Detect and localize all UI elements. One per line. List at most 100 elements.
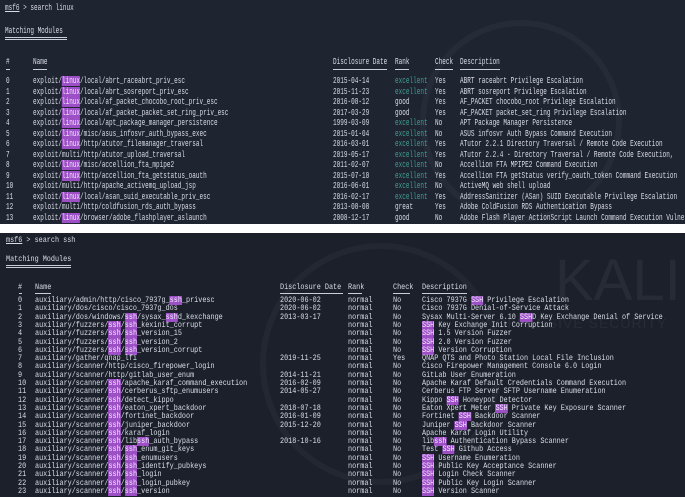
module-description: Accellion FTA getStatus verify_oauth_tok… bbox=[460, 171, 677, 181]
text-segment: APT Package Manager Persistence bbox=[460, 118, 573, 128]
rank-excellent: excellent bbox=[395, 86, 428, 97]
module-description: ActiveMQ web shell upload bbox=[460, 181, 550, 191]
text-segment: _version bbox=[137, 486, 170, 496]
text-segment: exploit/ bbox=[33, 86, 62, 97]
text-segment: ABRT raceabrt Privilege Escalation bbox=[460, 76, 584, 86]
terminal-panel-search-ssh: KALI BY OFFENSIVE SECURITY msf6 > search… bbox=[0, 233, 685, 497]
disclosure-date: 2011-02-07 bbox=[333, 160, 370, 170]
row-number: 23 bbox=[18, 486, 27, 496]
search-term-highlight: linux bbox=[61, 118, 81, 128]
text-segment: exploit/ bbox=[33, 139, 62, 149]
column-header-rule-check bbox=[435, 69, 453, 70]
check-value: No bbox=[393, 486, 402, 496]
text-segment: ActiveMQ web shell upload bbox=[460, 181, 551, 191]
search-term-highlight: ssh bbox=[124, 486, 138, 496]
text-segment: /local/apt_package_manager_persistence bbox=[80, 118, 218, 128]
search-term-highlight: linux bbox=[61, 170, 81, 181]
column-header-num: # bbox=[18, 283, 23, 292]
disclosure-date: 2016-06-01 bbox=[333, 181, 370, 191]
disclosure-date: 2015-12-20 bbox=[280, 420, 321, 430]
text-segment: /http/accellion_fta_getstatus_oauth bbox=[80, 170, 207, 181]
module-description: ASUS infosvr Auth Bypass Command Executi… bbox=[460, 129, 612, 139]
text-segment: Version Scanner bbox=[434, 486, 500, 496]
column-header-name: Name bbox=[35, 283, 52, 292]
module-name: exploit/linux/local/af_packet_packet_set… bbox=[33, 107, 228, 118]
disclosure-date: 2016-02-17 bbox=[333, 191, 370, 202]
module-description: SSH Version Scanner bbox=[422, 486, 500, 496]
text-segment: /http/atutor_filemanager_traversal bbox=[80, 139, 204, 149]
prompt-label: msf6 bbox=[6, 236, 23, 245]
module-description: Adobe Flash Player ActionScript Launch C… bbox=[460, 213, 684, 223]
text-segment: exploit/ bbox=[33, 160, 62, 170]
search-term-highlight: linux bbox=[61, 86, 81, 97]
text-segment: exploit/multi/http/atutor_upload_travers… bbox=[33, 149, 185, 160]
check-value: Yes bbox=[435, 86, 446, 97]
text-segment: ATutor 2.2.1 Directory Traversal / Remot… bbox=[460, 139, 663, 149]
text-segment: exploit/multi/http/coldfusion_rds_auth_b… bbox=[33, 202, 196, 212]
check-value: Yes bbox=[435, 139, 446, 149]
row-number: 2 bbox=[6, 97, 10, 107]
search-term-highlight: linux bbox=[61, 76, 81, 86]
check-value: No bbox=[435, 118, 443, 128]
module-description: ABRT sosreport Privilege Escalation bbox=[460, 87, 587, 97]
text-segment: auxiliary/scanner/ bbox=[35, 486, 109, 496]
text-segment: Accellion FTA getStatus verify_oauth_tok… bbox=[460, 170, 678, 181]
module-description: ATutor 2.2.4 - Directory Traversal / Rem… bbox=[460, 150, 673, 160]
module-description: Accellion FTA MPIPE2 Command Execution bbox=[460, 160, 598, 170]
column-header-date: Disclosure Date bbox=[280, 283, 342, 292]
module-name: exploit/linux/misc/accellion_fta_mpipe2 bbox=[33, 160, 174, 170]
text-segment: Adobe ColdFusion RDS Authentication Bypa… bbox=[460, 202, 612, 212]
module-description: AddressSanitizer (ASan) SUID Executable … bbox=[460, 192, 677, 202]
column-header-check: Check bbox=[435, 57, 454, 67]
text-segment: /misc/asus_infosvr_auth_bypass_exec bbox=[80, 128, 207, 139]
column-header-rule-name bbox=[35, 293, 51, 294]
row-number: 9 bbox=[6, 170, 10, 181]
disclosure-date: 2013-03-17 bbox=[280, 312, 321, 322]
rank-excellent: excellent bbox=[395, 128, 428, 139]
module-name: exploit/linux/browser/adobe_flashplayer_… bbox=[33, 212, 207, 223]
text-segment: exploit/ bbox=[33, 128, 62, 139]
column-header-desc: Description bbox=[460, 57, 500, 67]
prompt-label: msf6 bbox=[5, 3, 20, 13]
column-header-rule-name bbox=[33, 69, 47, 70]
module-name: exploit/linux/local/af_packet_chocobo_ro… bbox=[33, 97, 218, 107]
module-name: exploit/multi/http/coldfusion_rds_auth_b… bbox=[33, 202, 196, 212]
text-segment: Accellion FTA MPIPE2 Command Execution bbox=[460, 160, 598, 170]
column-header-rule-rank bbox=[348, 293, 362, 294]
rank-excellent: excellent bbox=[395, 191, 428, 202]
disclosure-date: 2016-08-12 bbox=[333, 97, 370, 107]
text-segment: exploit/multi/http/apache_activemq_uploa… bbox=[33, 181, 196, 191]
text-segment: exploit/ bbox=[33, 107, 62, 118]
check-value: No bbox=[435, 128, 443, 139]
module-name: exploit/linux/local/asan_suid_executable… bbox=[33, 191, 210, 202]
rank-great: great bbox=[395, 202, 414, 212]
module-name: exploit/multi/http/apache_activemq_uploa… bbox=[33, 181, 196, 191]
rank-excellent: excellent bbox=[395, 170, 428, 181]
module-description: AF_PACKET chocobo_root Privilege Escalat… bbox=[460, 97, 616, 107]
search-term-highlight: linux bbox=[61, 107, 81, 118]
heading-underline bbox=[5, 37, 67, 38]
search-term-highlight: SSH bbox=[422, 486, 435, 496]
module-name: exploit/linux/http/accellion_fta_getstat… bbox=[33, 170, 207, 181]
terminal-prompt: msf6 > search linux bbox=[5, 3, 74, 13]
row-number: 5 bbox=[6, 128, 10, 139]
rank-normal: normal bbox=[348, 486, 373, 496]
column-header-desc: Description bbox=[422, 283, 467, 292]
column-header-rank: Rank bbox=[395, 57, 410, 67]
check-value: Yes bbox=[435, 97, 446, 107]
disclosure-date: 2013-08-08 bbox=[333, 202, 370, 212]
row-number: 4 bbox=[6, 118, 10, 128]
check-value: No bbox=[435, 160, 443, 170]
module-name: exploit/linux/local/apt_package_manager_… bbox=[33, 118, 218, 128]
column-header-check: Check bbox=[393, 283, 414, 292]
column-header-rule-num bbox=[19, 293, 22, 294]
disclosure-date: 2019-11-25 bbox=[280, 354, 321, 364]
text-segment: exploit/ bbox=[33, 191, 62, 202]
module-name: exploit/linux/local/abrt_raceabrt_priv_e… bbox=[33, 76, 185, 86]
disclosure-date: 2018-10-16 bbox=[280, 437, 321, 447]
heading-underline bbox=[6, 265, 71, 266]
text-segment: exploit/ bbox=[33, 170, 62, 181]
row-number: 13 bbox=[6, 212, 14, 223]
rank-excellent: excellent bbox=[395, 76, 428, 86]
rank-good: good bbox=[395, 97, 410, 107]
